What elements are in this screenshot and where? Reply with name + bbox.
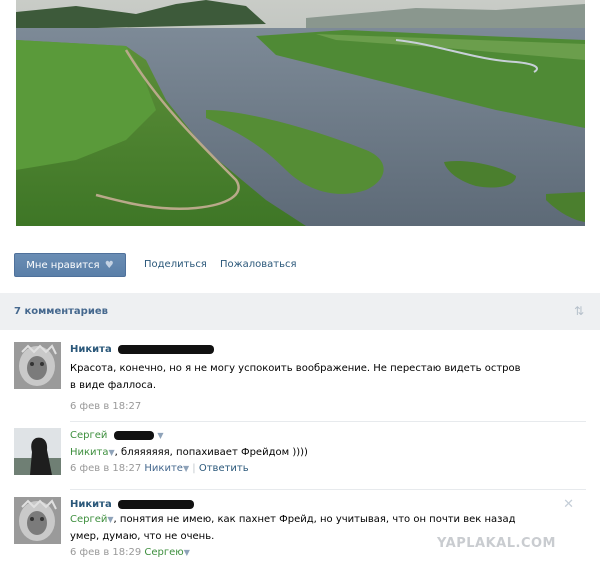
watermark: YAPLAKAL.COM (437, 536, 556, 551)
comment-author[interactable]: Сергей (70, 430, 107, 441)
comments-count: 7 комментариев (14, 306, 108, 317)
comment-text: Красота, конечно, но я не могу успокоить… (70, 363, 521, 391)
sort-arrows-icon[interactable]: ⇅ (574, 304, 584, 318)
like-label: Мне нравится (26, 260, 100, 271)
mention[interactable]: Сергей (70, 514, 107, 525)
redacted-surname (118, 499, 195, 509)
like-button[interactable]: Мне нравится ♥ (14, 253, 126, 277)
redacted-surname (118, 344, 215, 354)
divider (70, 489, 586, 490)
reply-button[interactable]: Ответить (199, 463, 249, 474)
report-link[interactable]: Пожаловаться (220, 259, 297, 270)
avatar[interactable] (14, 342, 61, 389)
share-link[interactable]: Поделиться (144, 259, 207, 270)
meta-separator: | (192, 463, 196, 474)
post-photo[interactable] (16, 0, 585, 226)
reply-to-link[interactable]: Сергею (144, 547, 183, 558)
avatar[interactable] (14, 428, 61, 475)
dropdown-icon[interactable]: ▼ (157, 431, 163, 440)
avatar[interactable] (14, 497, 61, 544)
comment-author[interactable]: Никита (70, 344, 112, 355)
dropdown-icon[interactable]: ▼ (183, 464, 189, 473)
dropdown-icon[interactable]: ▼ (184, 548, 190, 557)
heart-icon: ♥ (104, 260, 114, 271)
comments-header: 7 комментариев ⇅ (0, 293, 600, 330)
comment-time[interactable]: 6 фев в 18:29 (70, 547, 141, 558)
reply-to-link[interactable]: Никите (144, 463, 183, 474)
divider (70, 421, 586, 422)
comment-text: , бляяяяяя, попахивает Фрейдом )))) (114, 447, 308, 458)
mention[interactable]: Никита (70, 447, 109, 458)
comment-time[interactable]: 6 фев в 18:27 (70, 401, 141, 412)
redacted-surname (113, 430, 154, 440)
comment-author[interactable]: Никита (70, 499, 112, 510)
comment-time[interactable]: 6 фев в 18:27 (70, 463, 141, 474)
close-icon[interactable]: ✕ (563, 497, 574, 512)
